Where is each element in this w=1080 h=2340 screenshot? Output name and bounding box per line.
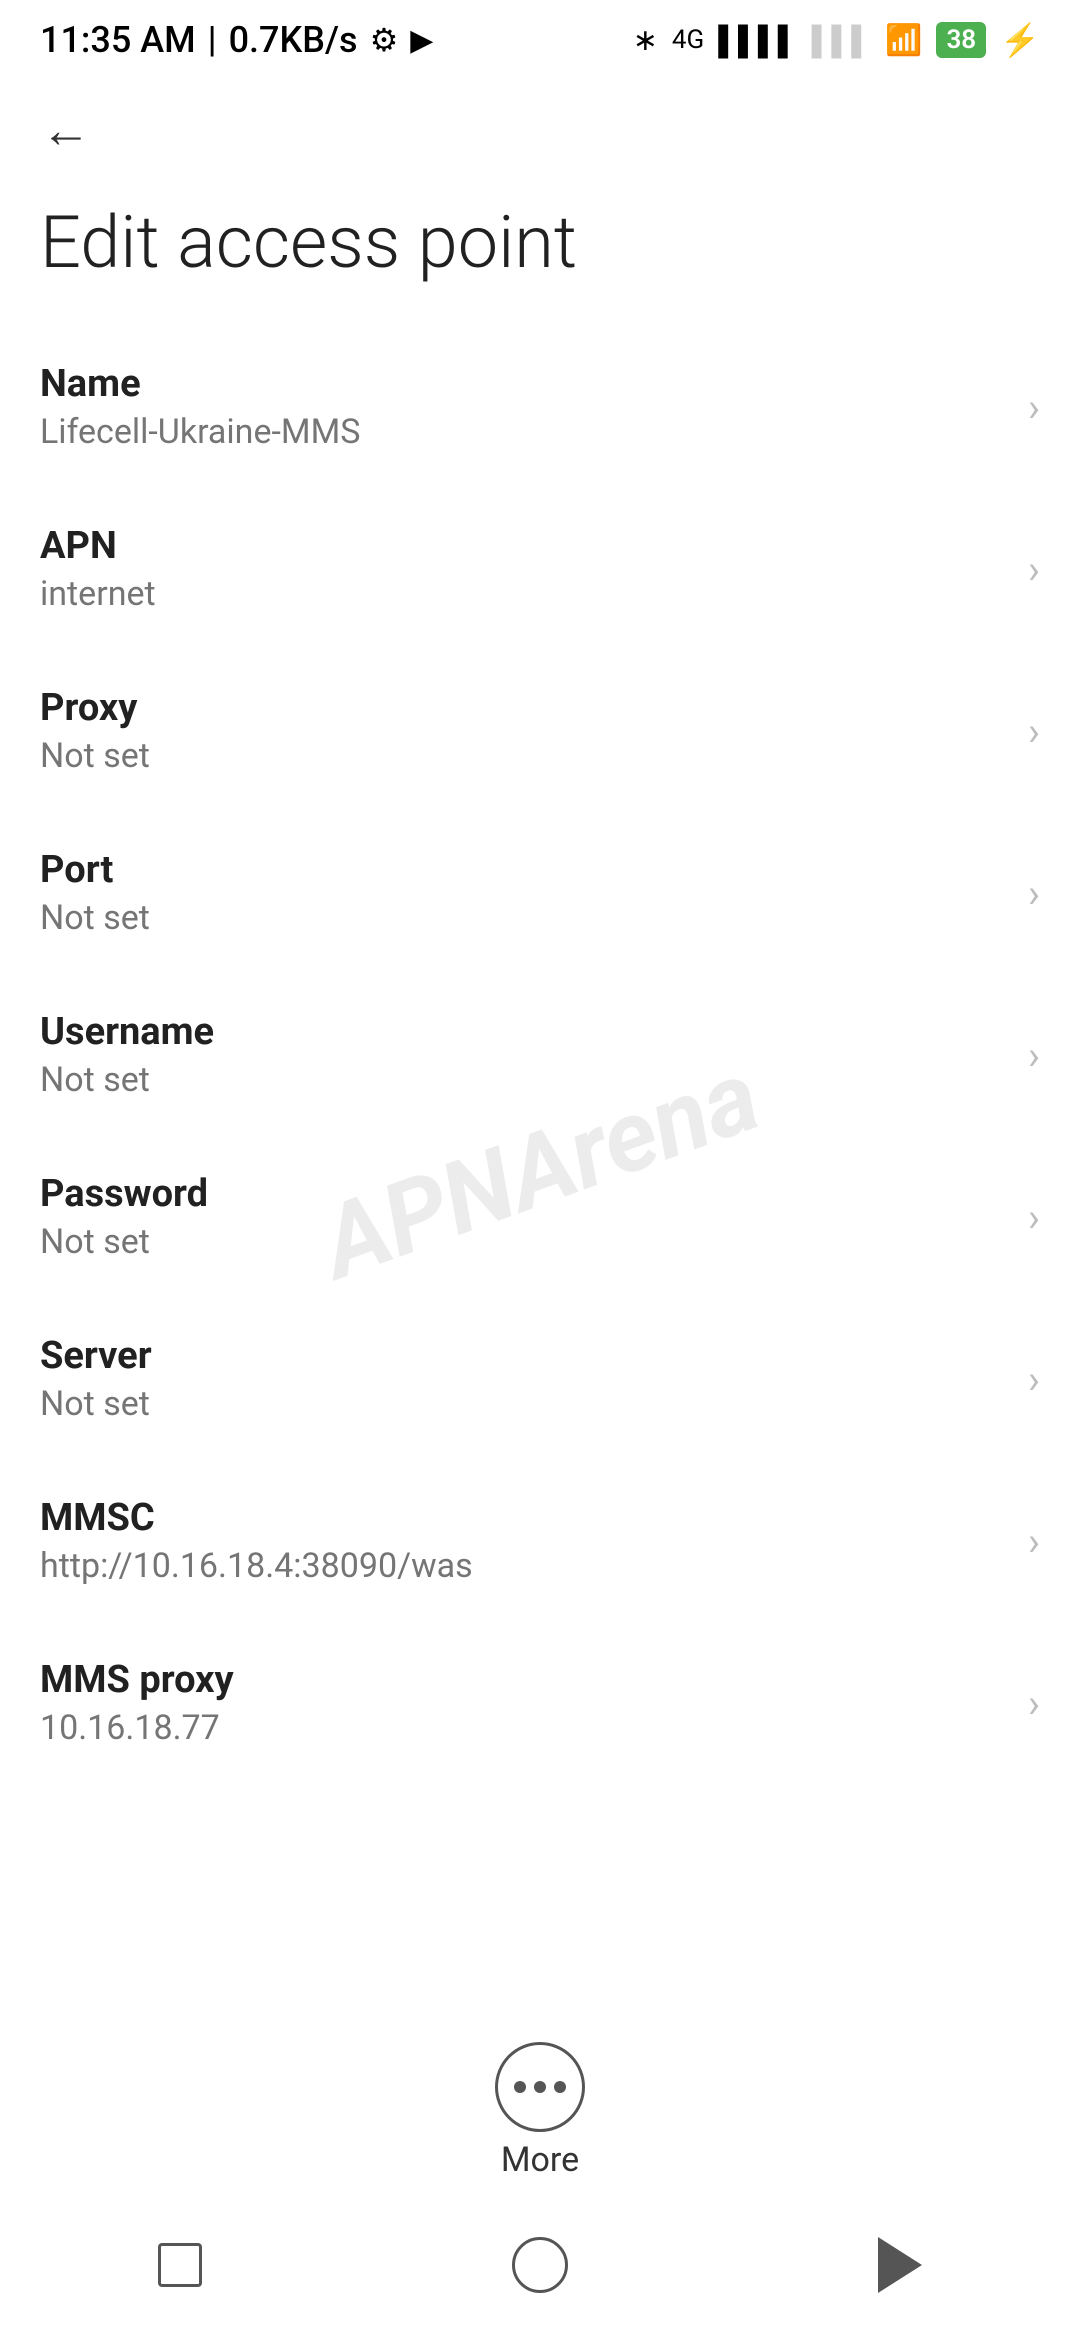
- settings-item-label: Username: [40, 1010, 1008, 1054]
- settings-item-content: Username Not set: [40, 1010, 1008, 1100]
- settings-item-label: Password: [40, 1172, 1008, 1216]
- settings-item-value: Lifecell-Ukraine-MMS: [40, 412, 1008, 452]
- more-label: More: [501, 2140, 579, 2180]
- settings-item-value: Not set: [40, 1060, 1008, 1100]
- home-icon: [512, 2237, 568, 2293]
- recents-icon: [158, 2243, 202, 2287]
- settings-item[interactable]: Port Not set ›: [0, 812, 1080, 974]
- time-display: 11:35 AM: [40, 19, 196, 61]
- settings-item[interactable]: MMSC http://10.16.18.4:38090/was ›: [0, 1460, 1080, 1622]
- page-title: Edit access point: [0, 180, 1080, 326]
- chevron-right-icon: ›: [1028, 1194, 1040, 1241]
- settings-item-label: Port: [40, 848, 1008, 892]
- settings-item[interactable]: Proxy Not set ›: [0, 650, 1080, 812]
- network-speed: |: [208, 19, 217, 61]
- chevron-right-icon: ›: [1028, 1680, 1040, 1727]
- settings-item-label: APN: [40, 524, 1008, 568]
- chevron-right-icon: ›: [1028, 1356, 1040, 1403]
- signal-bars2-icon: ▌▌▌: [812, 24, 872, 57]
- chevron-right-icon: ›: [1028, 1032, 1040, 1079]
- chevron-right-icon: ›: [1028, 384, 1040, 431]
- chevron-right-icon: ›: [1028, 546, 1040, 593]
- settings-item-value: Not set: [40, 1384, 1008, 1424]
- settings-item-content: Port Not set: [40, 848, 1008, 938]
- settings-item-content: MMSC http://10.16.18.4:38090/was: [40, 1496, 1008, 1586]
- settings-item-value: Not set: [40, 1222, 1008, 1262]
- settings-item-content: MMS proxy 10.16.18.77: [40, 1658, 1008, 1748]
- nav-recents-button[interactable]: [140, 2225, 220, 2305]
- back-arrow-icon: ←: [41, 101, 91, 160]
- settings-item-value: 10.16.18.77: [40, 1708, 1008, 1748]
- status-left: 11:35 AM | 0.7KB/s ⚙ ▶: [40, 19, 433, 61]
- settings-item-label: MMS proxy: [40, 1658, 1008, 1702]
- settings-item-label: MMSC: [40, 1496, 1008, 1540]
- video-icon: ▶: [410, 23, 433, 58]
- settings-icon: ⚙: [370, 21, 399, 59]
- settings-item[interactable]: Name Lifecell-Ukraine-MMS ›: [0, 326, 1080, 488]
- settings-item[interactable]: Password Not set ›: [0, 1136, 1080, 1298]
- bluetooth-icon: ∗: [633, 23, 658, 58]
- settings-item-content: Password Not set: [40, 1172, 1008, 1262]
- status-right: ∗ 4G ▌▌▌▌ ▌▌▌ 📶 38 ⚡: [633, 21, 1040, 59]
- network-speed-value: 0.7KB/s: [229, 19, 358, 61]
- signal-bars-icon: ▌▌▌▌: [718, 24, 797, 57]
- settings-item[interactable]: Server Not set ›: [0, 1298, 1080, 1460]
- settings-item[interactable]: Username Not set ›: [0, 974, 1080, 1136]
- signal-4g-icon: 4G: [672, 25, 704, 55]
- more-circle-button[interactable]: [495, 2042, 585, 2132]
- settings-item[interactable]: APN internet ›: [0, 488, 1080, 650]
- dot1: [514, 2081, 526, 2093]
- settings-item-value: internet: [40, 574, 1008, 614]
- settings-item-label: Server: [40, 1334, 1008, 1378]
- settings-item-value: Not set: [40, 736, 1008, 776]
- settings-item-content: Name Lifecell-Ukraine-MMS: [40, 362, 1008, 452]
- settings-item-content: Server Not set: [40, 1334, 1008, 1424]
- nav-back-button[interactable]: [860, 2225, 940, 2305]
- settings-item-label: Proxy: [40, 686, 1008, 730]
- navigation-bar: [0, 2210, 1080, 2340]
- back-button[interactable]: ←: [36, 100, 96, 160]
- battery-percent: 38: [946, 25, 976, 55]
- settings-item-content: APN internet: [40, 524, 1008, 614]
- more-section[interactable]: More: [495, 2042, 585, 2180]
- chevron-right-icon: ›: [1028, 708, 1040, 755]
- settings-list: Name Lifecell-Ukraine-MMS › APN internet…: [0, 326, 1080, 1784]
- more-dots-icon: [514, 2081, 566, 2093]
- settings-item-value: Not set: [40, 898, 1008, 938]
- settings-item-value: http://10.16.18.4:38090/was: [40, 1546, 1008, 1586]
- nav-home-button[interactable]: [500, 2225, 580, 2305]
- toolbar: ←: [0, 80, 1080, 180]
- dot3: [554, 2081, 566, 2093]
- chevron-right-icon: ›: [1028, 870, 1040, 917]
- chevron-right-icon: ›: [1028, 1518, 1040, 1565]
- settings-item-label: Name: [40, 362, 1008, 406]
- battery-indicator: 38: [936, 22, 986, 58]
- charging-icon: ⚡: [1000, 21, 1040, 59]
- status-bar: 11:35 AM | 0.7KB/s ⚙ ▶ ∗ 4G ▌▌▌▌ ▌▌▌ 📶 3…: [0, 0, 1080, 80]
- dot2: [534, 2081, 546, 2093]
- wifi-icon: 📶: [885, 23, 922, 58]
- settings-item[interactable]: MMS proxy 10.16.18.77 ›: [0, 1622, 1080, 1784]
- back-icon: [878, 2237, 922, 2293]
- settings-item-content: Proxy Not set: [40, 686, 1008, 776]
